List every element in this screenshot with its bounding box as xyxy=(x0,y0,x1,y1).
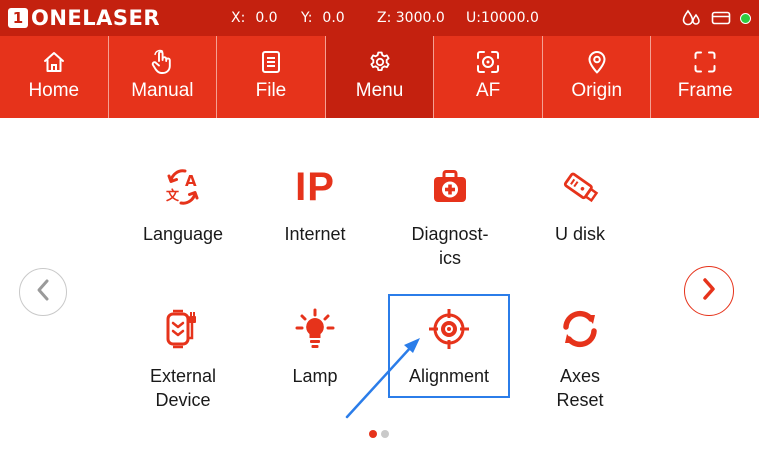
menu-tile-alignment[interactable]: Alignment xyxy=(388,294,510,398)
nav-af-label: AF xyxy=(475,80,501,101)
page-dot-1-active xyxy=(369,430,377,438)
menu-tile-u-disk[interactable]: U disk xyxy=(519,164,641,246)
nav-menu-label: Menu xyxy=(355,80,404,101)
document-icon xyxy=(261,50,281,74)
nav-origin[interactable]: Origin xyxy=(543,36,652,118)
nav-bar: Home Manual File Menu AF Origin Frame xyxy=(0,36,759,118)
menu-tile-internet-label: Internet xyxy=(284,224,346,244)
menu-tile-u-disk-label: U disk xyxy=(554,224,605,244)
nav-file-label: File xyxy=(255,80,287,101)
gear-icon xyxy=(368,50,392,74)
y-label: Y: xyxy=(301,10,313,26)
menu-tile-external-device-label: External Device xyxy=(149,366,217,410)
water-drop-icon xyxy=(682,9,702,27)
logo-text: ONELASER xyxy=(31,6,161,30)
nav-file[interactable]: File xyxy=(217,36,326,118)
nav-frame-label: Frame xyxy=(677,80,733,101)
menu-tile-external-device[interactable]: External Device xyxy=(122,306,244,412)
focus-target-icon xyxy=(476,50,500,74)
hand-pointer-icon xyxy=(150,49,174,74)
svg-text:A: A xyxy=(185,172,197,190)
nav-manual[interactable]: Manual xyxy=(109,36,218,118)
status-bar: 1 ONELASER X: 0.0 Y: 0.0 Z: 3000.0 U:10000… xyxy=(0,0,759,36)
page-dot-2 xyxy=(381,430,389,438)
nav-af[interactable]: AF xyxy=(434,36,543,118)
usb-drive-icon xyxy=(558,164,602,210)
svg-text:文: 文 xyxy=(166,188,180,204)
x-value: 0.0 xyxy=(255,10,278,26)
next-page-button[interactable] xyxy=(684,266,734,316)
y-coordinate: Y: 0.0 xyxy=(301,10,345,26)
nav-home-label: Home xyxy=(28,80,80,101)
menu-tile-axes-reset-label: Axes Reset xyxy=(556,366,604,410)
menu-tile-diagnostics[interactable]: Diagnost- ics xyxy=(389,164,511,270)
ip-icon: IP xyxy=(295,165,335,209)
nav-menu[interactable]: Menu xyxy=(325,36,435,118)
menu-tile-internet[interactable]: IP Internet xyxy=(254,164,376,246)
logo-badge: 1 xyxy=(8,8,28,28)
menu-tile-lamp[interactable]: Lamp xyxy=(254,306,376,388)
nav-origin-label: Origin xyxy=(571,80,623,101)
light-bulb-icon xyxy=(294,306,336,352)
crosshair-target-icon xyxy=(428,306,470,352)
chevron-left-icon xyxy=(34,278,52,307)
menu-tile-diagnostics-label: Diagnost- ics xyxy=(411,224,489,268)
language-translate-icon: A 文 xyxy=(163,164,203,210)
u-coordinate: U:10000.0 xyxy=(466,10,539,26)
home-icon xyxy=(42,50,66,74)
card-icon xyxy=(711,11,731,25)
chevron-right-icon xyxy=(700,277,718,306)
online-status-dot xyxy=(740,12,751,24)
status-icons xyxy=(682,9,751,27)
menu-tile-lamp-label: Lamp xyxy=(292,366,338,386)
nav-manual-label: Manual xyxy=(131,80,194,101)
x-coordinate: X: 0.0 xyxy=(231,10,278,26)
location-pin-icon xyxy=(587,50,607,74)
reset-arrows-icon xyxy=(559,306,601,352)
menu-tile-language[interactable]: A 文 Language xyxy=(122,164,244,246)
frame-icon xyxy=(693,50,717,74)
first-aid-kit-icon xyxy=(430,164,470,210)
prev-page-button[interactable] xyxy=(19,268,67,316)
x-label: X: xyxy=(231,10,246,26)
nav-frame[interactable]: Frame xyxy=(651,36,759,118)
external-device-icon xyxy=(162,306,204,352)
menu-tile-language-label: Language xyxy=(142,224,224,244)
menu-tile-alignment-label: Alignment xyxy=(408,366,490,386)
page-indicator xyxy=(369,430,389,438)
onelaser-logo: 1 ONELASER xyxy=(8,6,160,30)
z-coordinate: Z: 3000.0 xyxy=(377,10,445,26)
menu-tile-axes-reset[interactable]: Axes Reset xyxy=(519,306,641,412)
nav-home[interactable]: Home xyxy=(0,36,109,118)
y-value: 0.0 xyxy=(322,10,345,26)
